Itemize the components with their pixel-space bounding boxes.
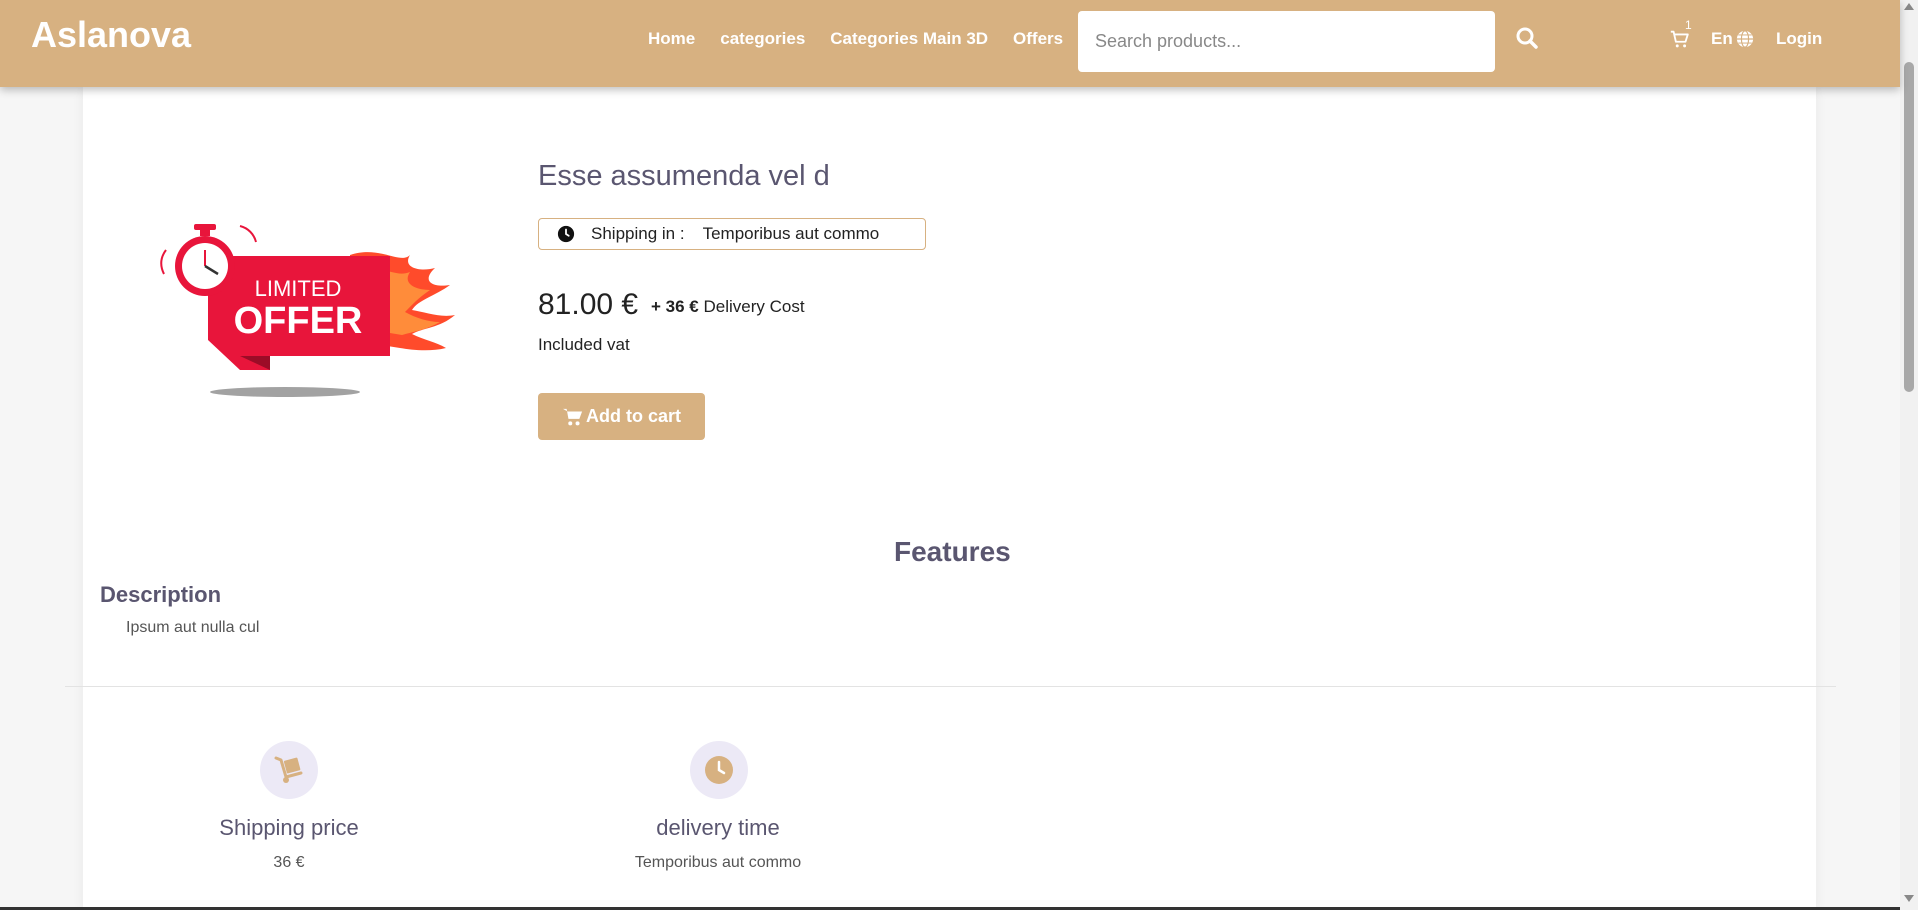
nav-link-home[interactable]: Home (648, 29, 695, 49)
nav-links: Home categories Categories Main 3D Offer… (648, 29, 1088, 49)
product-image: LIMITED OFFER (160, 224, 455, 397)
language-selector[interactable]: En (1711, 29, 1754, 49)
navbar: Aslanova Home categories Categories Main… (0, 0, 1900, 87)
product-title: Esse assumenda vel d (538, 160, 830, 192)
badge-text-bottom: OFFER (234, 300, 363, 342)
badge-text-top: LIMITED (255, 276, 342, 301)
login-link[interactable]: Login (1776, 29, 1822, 49)
nav-link-offers[interactable]: Offers (1013, 29, 1063, 49)
search-button[interactable] (1515, 26, 1545, 56)
clock-icon (705, 756, 733, 784)
shipping-label: Shipping in : (591, 224, 685, 243)
shipping-price-title: Shipping price (219, 815, 359, 840)
scroll-down-arrow[interactable] (1904, 895, 1914, 902)
features-heading: Features (894, 536, 1011, 567)
shipping-info-pill: Shipping in : Temporibus aut commo (538, 218, 926, 250)
delivery-time-title: delivery time (656, 815, 780, 840)
product-price: 81.00 € (538, 288, 639, 321)
delivery-cost: + 36 € Delivery Cost (651, 297, 805, 317)
cart-button[interactable] (1669, 28, 1697, 54)
clock-icon (557, 225, 575, 243)
hand-truck-icon (274, 756, 303, 783)
brand-logo[interactable]: Aslanova (31, 14, 191, 56)
scroll-up-arrow[interactable] (1904, 3, 1914, 10)
delivery-label: Delivery Cost (703, 297, 805, 316)
cart-count-badge: 1 (1685, 18, 1692, 32)
search-icon (1516, 27, 1538, 49)
search-input[interactable] (1078, 11, 1495, 72)
delivery-time-icon-wrap (690, 741, 748, 799)
shipping-price-icon-wrap (260, 741, 318, 799)
delivery-time-value: Temporibus aut commo (634, 854, 802, 871)
add-to-cart-button[interactable]: Add to cart (538, 393, 705, 440)
globe-icon (1736, 30, 1753, 48)
shipping-value: Temporibus aut commo (702, 224, 880, 243)
scrollbar-thumb[interactable] (1904, 62, 1914, 392)
delivery-amount: + 36 € (651, 297, 699, 316)
shipping-price-value: 36 € (273, 854, 305, 871)
nav-link-categories[interactable]: categories (720, 29, 805, 49)
description-title: Description (100, 582, 222, 607)
description-text: Ipsum aut nulla cul (126, 619, 260, 636)
language-label: En (1711, 29, 1733, 48)
nav-link-categories-3d[interactable]: Categories Main 3D (830, 29, 988, 49)
cart-icon (562, 408, 583, 425)
vat-note: Included vat (538, 335, 630, 354)
section-divider (65, 686, 1836, 687)
add-to-cart-label: Add to cart (585, 406, 681, 426)
